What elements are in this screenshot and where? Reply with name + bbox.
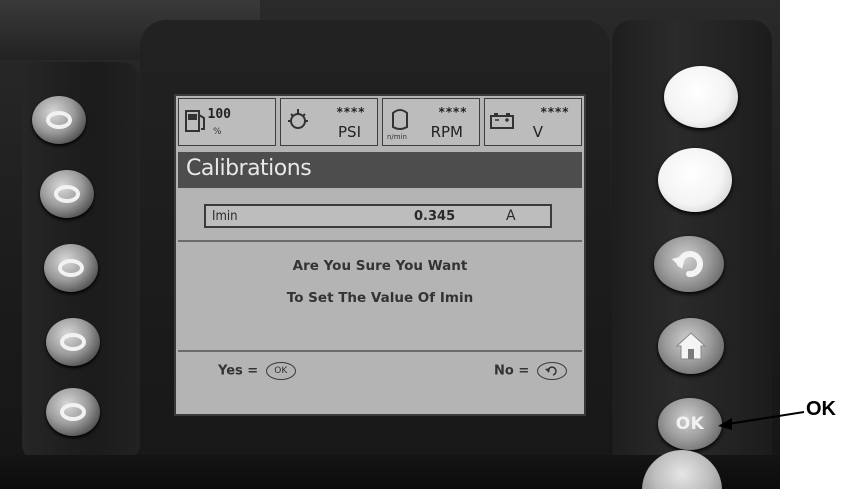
- battery-unit: V: [532, 123, 543, 141]
- yes-option: Yes = OK: [218, 362, 296, 380]
- back-button[interactable]: [654, 236, 724, 292]
- oil-pressure-unit: PSI: [338, 123, 361, 141]
- callout-arrow: [718, 411, 805, 430]
- blank-button-2[interactable]: [658, 148, 732, 212]
- blank-button-1[interactable]: [664, 66, 738, 128]
- fuel-value: 100: [207, 107, 231, 122]
- callout-label: OK: [806, 398, 836, 420]
- divider: [178, 350, 582, 352]
- oil-pressure-value: ****: [336, 105, 365, 119]
- setting-value-row: Imin 0.345 A: [204, 204, 552, 228]
- soft-key-ring-icon: [60, 333, 86, 351]
- device-photo: OK 100 % **** PSI n/min **** RPM **** V …: [0, 0, 780, 489]
- engine-speed-status: n/min **** RPM: [382, 98, 480, 146]
- lcd-screen: 100 % **** PSI n/min **** RPM **** V Cal…: [174, 94, 586, 416]
- soft-key-3[interactable]: [44, 244, 98, 292]
- ok-button[interactable]: OK: [658, 398, 722, 450]
- no-option: No =: [494, 362, 567, 380]
- soft-key-4[interactable]: [46, 318, 100, 366]
- soft-key-2[interactable]: [40, 170, 94, 218]
- screen-title-bar: Calibrations: [178, 152, 582, 188]
- battery-value: ****: [540, 105, 569, 119]
- setting-value: 0.345: [414, 209, 456, 224]
- home-button[interactable]: [658, 318, 724, 374]
- fuel-unit: %: [213, 127, 222, 137]
- oil-pressure-icon: [288, 109, 308, 129]
- home-icon: [675, 332, 707, 360]
- soft-key-1[interactable]: [32, 96, 86, 144]
- fuel-status: 100 %: [178, 98, 276, 146]
- soft-key-ring-icon: [58, 259, 84, 277]
- soft-key-ring-icon: [46, 111, 72, 129]
- ok-key-icon: OK: [265, 362, 296, 380]
- engine-speed-value: ****: [438, 105, 467, 119]
- engine-speed-unit: RPM: [430, 123, 463, 141]
- ok-button-label: OK: [675, 414, 705, 434]
- battery-status: **** V: [484, 98, 582, 146]
- soft-key-5[interactable]: [46, 388, 100, 436]
- engine-icon: [392, 109, 408, 130]
- page-title: Calibrations: [186, 156, 312, 181]
- confirm-message-line-2: To Set The Value Of Imin: [286, 290, 474, 306]
- no-label: No =: [494, 363, 530, 379]
- back-arrow-icon: [672, 251, 703, 278]
- back-arrow-icon: [544, 365, 557, 376]
- confirm-message-line-1: Are You Sure You Want: [292, 258, 468, 274]
- status-bar: 100 % **** PSI n/min **** RPM **** V: [178, 98, 582, 150]
- yes-label: Yes =: [218, 363, 259, 379]
- fuel-pump-icon: [185, 110, 205, 132]
- soft-key-ring-icon: [60, 403, 86, 421]
- setting-label: Imin: [212, 209, 238, 224]
- oil-pressure-status: **** PSI: [280, 98, 378, 146]
- battery-icon: [490, 113, 514, 129]
- engine-speed-subunit: n/min: [387, 133, 407, 141]
- divider: [178, 240, 582, 242]
- soft-key-ring-icon: [54, 185, 80, 203]
- back-key-icon: [536, 362, 567, 380]
- setting-unit: A: [506, 208, 516, 224]
